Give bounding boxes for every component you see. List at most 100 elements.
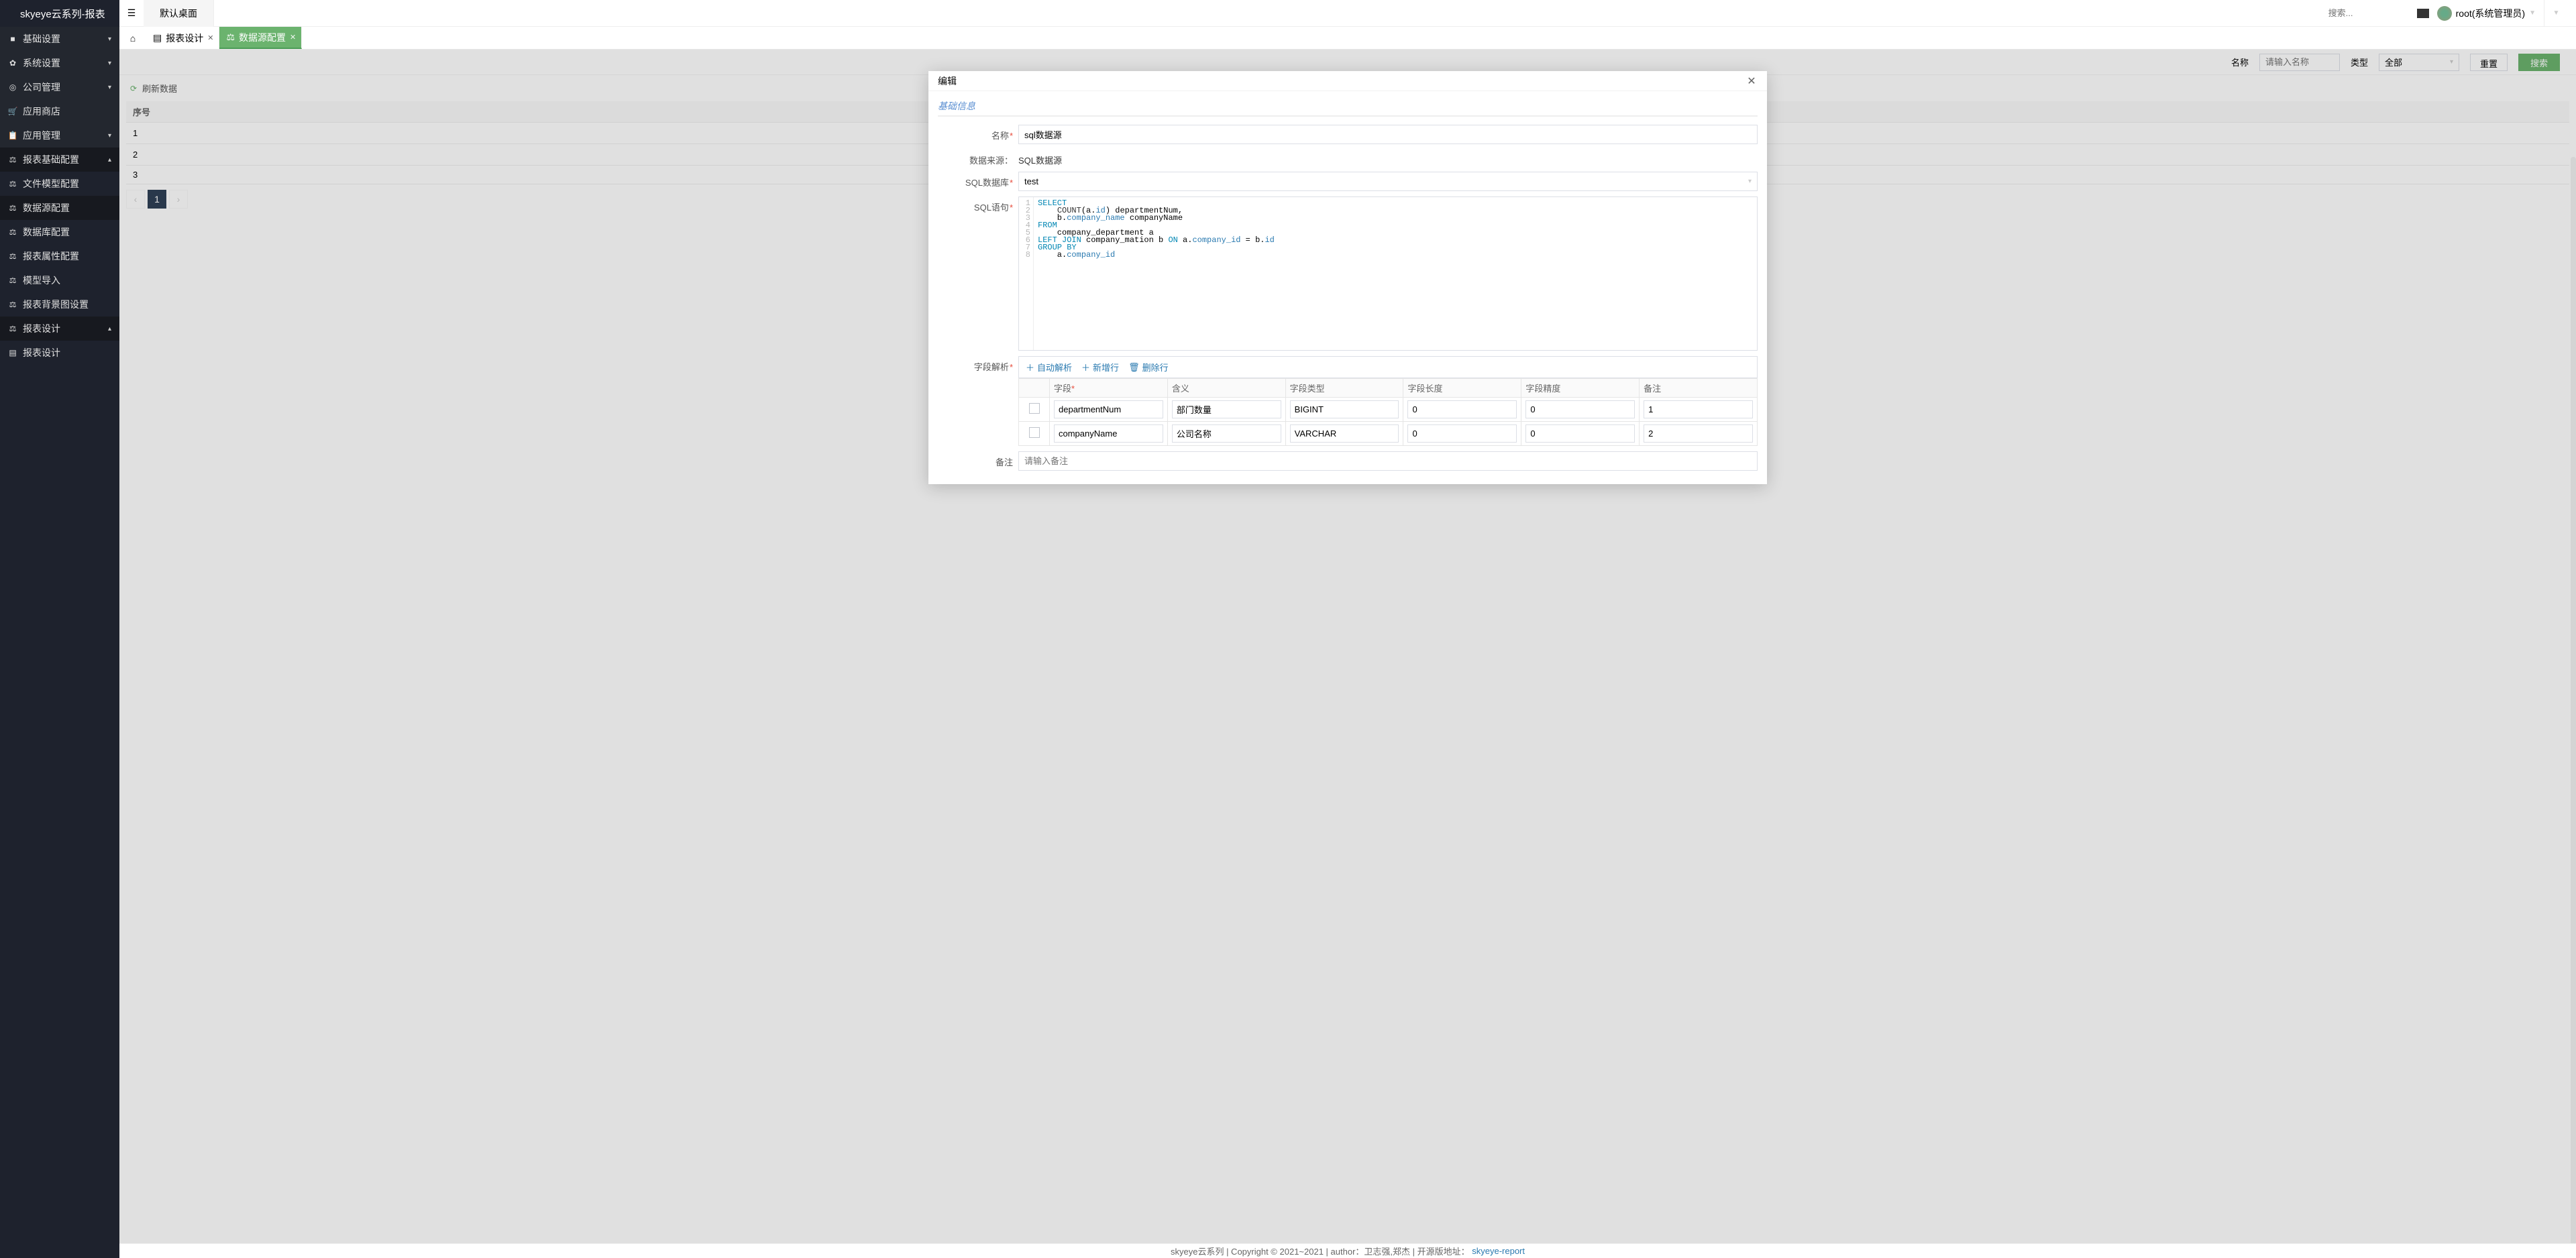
chevron-down-icon: ▾	[108, 60, 111, 67]
global-search-input[interactable]	[2328, 8, 2409, 18]
sidebar-subitem[interactable]: ▤报表设计	[0, 341, 119, 365]
menu-label: 模型导入	[23, 274, 60, 287]
menu-icon: ⚖	[8, 324, 17, 333]
plus-icon: ＋	[1081, 361, 1090, 374]
name-input[interactable]	[1018, 125, 1758, 144]
select-all-header	[1019, 379, 1050, 398]
label-name: 名称*	[938, 125, 1018, 141]
field-cell-input[interactable]	[1407, 400, 1517, 418]
sidebar-item[interactable]: ⚖ 报表基础配置 ▴	[0, 148, 119, 172]
sidebar-item[interactable]: 🛒应用商店	[0, 99, 119, 123]
sql-db-select[interactable]: test ▾	[1018, 172, 1758, 191]
menu-icon: ⚖	[8, 203, 17, 213]
sidebar-item[interactable]: ■ 基础设置 ▾	[0, 27, 119, 51]
tab-close-button[interactable]: ✕	[290, 33, 296, 42]
user-menu[interactable]: root(系统管理员) ▼	[2437, 6, 2536, 21]
sql-editor[interactable]: 12345678 SELECT COUNT(a.id) departmentNu…	[1018, 196, 1758, 351]
footer-text: skyeye云系列 | Copyright © 2021~2021 | auth…	[1171, 1245, 1470, 1257]
delete-row-button[interactable]: 🗑删除行	[1128, 361, 1169, 374]
field-header: 字段类型	[1285, 379, 1403, 398]
field-cell-input[interactable]	[1644, 400, 1753, 418]
field-row	[1019, 398, 1758, 422]
label-sql-stmt: SQL语句*	[938, 196, 1018, 213]
menu-icon: ⚖	[8, 179, 17, 188]
field-header: 字段长度	[1403, 379, 1521, 398]
menu-icon: ⚖	[8, 155, 17, 164]
modal-title: 编辑	[938, 74, 957, 88]
sidebar-subitem[interactable]: ⚖文件模型配置	[0, 172, 119, 196]
field-cell-input[interactable]	[1290, 400, 1399, 418]
sidebar-item[interactable]: 📋应用管理▾	[0, 123, 119, 148]
chevron-down-icon: ▼	[2553, 9, 2560, 17]
field-cell-input[interactable]	[1054, 424, 1163, 443]
topbar: ☰ 默认桌面 root(系统管理员) ▼ ▼	[119, 0, 2576, 27]
main: ☰ 默认桌面 root(系统管理员) ▼ ▼ ⌂ ▤报表设计✕⚖数据源配置✕ 名…	[119, 0, 2576, 1258]
field-header: 字段精度	[1521, 379, 1640, 398]
menu-label: 报表基础配置	[23, 153, 79, 166]
sidebar-item[interactable]: ✿系统设置▾	[0, 51, 119, 75]
fullscreen-button[interactable]	[2417, 9, 2429, 18]
field-header: 含义	[1167, 379, 1285, 398]
add-row-button[interactable]: ＋新增行	[1081, 361, 1119, 374]
sidebar-subitem[interactable]: ⚖报表属性配置	[0, 244, 119, 268]
footer: skyeye云系列 | Copyright © 2021~2021 | auth…	[119, 1243, 2576, 1258]
sidebar-subitem[interactable]: ⚖ 数据库配置	[0, 220, 119, 244]
tab-icon: ▤	[153, 32, 162, 44]
field-cell-input[interactable]	[1290, 424, 1399, 443]
sidebar-subitem[interactable]: ⚖报表背景图设置	[0, 292, 119, 317]
home-tab[interactable]: ⌂	[119, 27, 146, 49]
row-checkbox[interactable]	[1029, 403, 1040, 414]
footer-link[interactable]: skyeye-report	[1472, 1246, 1525, 1256]
menu-toggle-button[interactable]: ☰	[119, 0, 144, 27]
code-gutter: 12345678	[1019, 197, 1034, 350]
chevron-down-icon: ▼	[2529, 9, 2536, 17]
sidebar-item[interactable]: ◎公司管理▾	[0, 75, 119, 99]
tab-close-button[interactable]: ✕	[207, 34, 213, 42]
data-from-value: SQL数据源	[1018, 150, 1758, 166]
sidebar-subitem[interactable]: ⚖模型导入	[0, 268, 119, 292]
label-sql-db: SQL数据库*	[938, 172, 1018, 188]
more-button[interactable]: ▼	[2544, 0, 2568, 27]
menu-icon: ■	[8, 34, 17, 44]
menu-icon: ⚖	[8, 251, 17, 261]
field-cell-input[interactable]	[1172, 424, 1281, 443]
sidebar-item[interactable]: ⚖报表设计▴	[0, 317, 119, 341]
scrollbar[interactable]	[2571, 157, 2576, 1245]
modal-section-title: 基础信息	[938, 99, 1758, 117]
menu-label: 应用管理	[23, 129, 60, 142]
tab[interactable]: ⚖数据源配置✕	[219, 27, 302, 49]
menu-label: 数据库配置	[23, 225, 70, 239]
field-cell-input[interactable]	[1644, 424, 1753, 443]
plus-icon: ＋	[1026, 361, 1034, 374]
menu-label: 基础设置	[23, 32, 60, 46]
sql-db-value: test	[1024, 176, 1038, 186]
row-checkbox[interactable]	[1029, 427, 1040, 438]
code-area[interactable]: SELECT COUNT(a.id) departmentNum, b.comp…	[1034, 197, 1757, 350]
trash-icon: 🗑	[1128, 362, 1140, 373]
modal-close-button[interactable]: ✕	[1746, 75, 1758, 87]
field-header: 备注	[1640, 379, 1758, 398]
modal-header: 编辑 ✕	[928, 71, 1767, 91]
field-cell-input[interactable]	[1407, 424, 1517, 443]
menu-label: 公司管理	[23, 80, 60, 94]
field-cell-input[interactable]	[1525, 400, 1635, 418]
remark-input[interactable]	[1018, 451, 1758, 471]
edit-modal: 编辑 ✕ 基础信息 名称* 数据来源： SQL数据源	[928, 71, 1767, 484]
sidebar-subitem[interactable]: ⚖数据源配置	[0, 196, 119, 220]
tab-label: 数据源配置	[239, 31, 286, 44]
auto-parse-button[interactable]: ＋自动解析	[1026, 361, 1072, 374]
menu-label: 报表设计	[23, 322, 60, 335]
default-desktop-tab[interactable]: 默认桌面	[144, 0, 214, 27]
tab[interactable]: ▤ 报表设计 ✕	[146, 27, 219, 49]
field-cell-input[interactable]	[1172, 400, 1281, 418]
menu-icon: ◎	[8, 82, 17, 92]
menu-icon: ⚖	[8, 227, 17, 237]
chevron-down-icon: ▾	[108, 36, 111, 43]
field-cell-input[interactable]	[1525, 424, 1635, 443]
field-cell-input[interactable]	[1054, 400, 1163, 418]
menu-label: 报表背景图设置	[23, 298, 89, 311]
field-toolbar: ＋自动解析 ＋新增行 🗑删除行	[1018, 356, 1758, 378]
menu-toggle-icon: ☰	[127, 7, 136, 19]
tab-label: 报表设计	[166, 32, 203, 45]
chevron-up-icon: ▴	[108, 156, 111, 164]
